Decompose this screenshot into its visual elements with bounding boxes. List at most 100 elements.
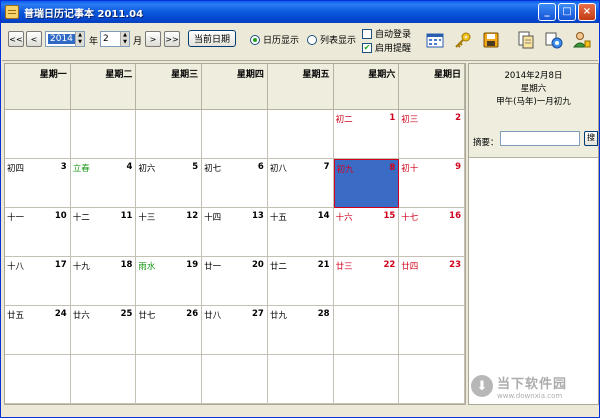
first-year-button[interactable]: << [8,31,24,47]
day-cell-16[interactable]: 十七 16 [399,208,465,257]
title-bar[interactable]: 普瑞日历记事本 2011.04 _ □ × [1,1,599,23]
day-cell-1[interactable]: 初二 1 [333,110,400,159]
selected-weekday: 星期六 [520,84,547,94]
checkbox-empty-icon[interactable] [362,28,372,39]
empty-day-cell[interactable] [5,110,71,159]
empty-day-cell[interactable] [136,355,203,404]
day-cell-26[interactable]: 廿七 26 [136,306,203,355]
day-cell-25[interactable]: 廿六 25 [70,306,137,355]
day-cell-17[interactable]: 十八 17 [5,257,71,306]
selected-date: 2014年2月8日 [504,71,563,81]
close-button[interactable]: × [578,3,596,21]
checkbox-reminder[interactable]: ✔ 启用提醒 [362,41,411,54]
radio-unselected-icon[interactable] [307,34,317,45]
day-cell-24[interactable]: 廿五 24 [5,306,71,355]
day-cell-8[interactable]: 初九 8 [333,159,400,208]
day-cell-28[interactable]: 廿九 28 [267,306,334,355]
empty-day-cell[interactable] [267,110,334,159]
day-number: 4 [126,162,133,172]
lunar-date: 初六 [138,164,156,174]
lunar-date: 初四 [7,164,25,174]
selected-date-info: 2014年2月8日 星期六 甲午(马年)一月初九 摘要： 搜 [469,64,598,158]
lunar-date: 十八 [7,262,25,272]
empty-day-cell[interactable] [136,110,203,159]
day-cell-11[interactable]: 十二 11 [70,208,137,257]
day-cell-7[interactable]: 初八 7 [267,159,334,208]
watermark: ⬇ 当下软件园 www.downxia.com [471,371,597,401]
current-date-button[interactable]: 当前日期 [188,30,236,47]
empty-day-cell[interactable] [333,355,400,404]
weekday-header-cell: 星期三 [136,64,203,109]
day-number: 8 [389,163,396,173]
lunar-date: 初八 [269,164,287,174]
day-cell-4[interactable]: 立春 4 [70,159,137,208]
day-cell-10[interactable]: 十一 10 [5,208,71,257]
user-icon[interactable] [573,31,591,49]
spin-up-icon[interactable]: ▲ [75,32,84,39]
day-number: 25 [120,309,133,319]
empty-day-cell[interactable] [70,110,137,159]
empty-day-cell[interactable] [5,355,71,404]
save-disk-icon[interactable] [482,31,500,49]
lunar-date: 廿一 [204,262,222,272]
day-cell-23[interactable]: 廿四 23 [399,257,465,306]
day-cell-19[interactable]: 雨水 19 [136,257,203,306]
weekday-header-cell: 星期日 [399,64,465,109]
empty-day-cell[interactable] [333,306,400,355]
settings-gear-icon[interactable] [545,31,563,49]
lunar-date: 廿六 [72,311,90,321]
calendar-grid: 星期一 星期二 星期三 星期四 星期五 星期六 星期日 初二 1 初三 2 初四 3 立春 4 初六 5 初七 6… [4,63,466,405]
day-cell-27[interactable]: 廿八 27 [202,306,268,355]
checkmark-icon[interactable]: ✔ [362,42,372,53]
prev-year-button[interactable]: < [26,31,42,47]
spin-down-icon[interactable]: ▼ [75,39,84,46]
spin-up-icon[interactable]: ▲ [120,32,129,39]
radio-calendar-view[interactable]: 日历显示 [250,33,299,46]
empty-day-cell[interactable] [70,355,137,404]
month-spinner[interactable]: ▲ ▼ [120,32,129,46]
day-number: 2 [455,113,461,123]
radio-selected-icon[interactable] [250,34,260,45]
year-input[interactable]: 2014 ▲ ▼ [45,31,85,47]
day-cell-2[interactable]: 初三 2 [399,110,465,159]
spin-down-icon[interactable]: ▼ [120,39,129,46]
lunar-date: 十七 [401,213,419,223]
year-spinner[interactable]: ▲ ▼ [75,32,84,46]
next-year-button[interactable]: > [145,31,161,47]
lunar-date: 廿二 [269,262,287,272]
day-cell-20[interactable]: 廿一 20 [202,257,268,306]
calendar-grid-icon[interactable] [426,31,444,49]
day-cell-5[interactable]: 初六 5 [136,159,203,208]
day-cell-22[interactable]: 廿三 22 [333,257,400,306]
lunar-date: 十五 [269,213,287,223]
memo-input[interactable] [500,131,580,146]
day-cell-6[interactable]: 初七 6 [202,159,268,208]
empty-day-cell[interactable] [399,306,465,355]
empty-day-cell[interactable] [399,355,465,404]
day-cell-12[interactable]: 十三 12 [136,208,203,257]
empty-day-cell[interactable] [202,110,268,159]
day-number: 28 [317,309,330,319]
day-cell-15[interactable]: 十六 15 [333,208,400,257]
maximize-button[interactable]: □ [558,3,576,21]
day-cell-21[interactable]: 廿二 21 [267,257,334,306]
empty-day-cell[interactable] [267,355,334,404]
day-cell-13[interactable]: 十四 13 [202,208,268,257]
empty-day-cell[interactable] [202,355,268,404]
minimize-button[interactable]: _ [538,3,556,21]
day-number: 20 [252,260,264,270]
month-input[interactable]: 2 ▲ ▼ [100,31,130,47]
day-cell-3[interactable]: 初四 3 [5,159,71,208]
radio-list-view[interactable]: 列表显示 [307,33,356,46]
day-cell-9[interactable]: 初十 9 [399,159,465,208]
document-copy-icon[interactable] [517,31,535,49]
day-cell-14[interactable]: 十五 14 [267,208,334,257]
watermark-url: www.downxia.com [497,391,563,400]
key-icon[interactable] [454,31,472,49]
last-year-button[interactable]: >> [164,31,180,47]
memo-search-button[interactable]: 搜 [584,131,598,146]
checkbox-autologin[interactable]: 自动登录 [362,27,411,40]
watermark-cn: 当下软件园 [497,376,568,392]
day-cell-18[interactable]: 十九 18 [70,257,137,306]
day-number: 23 [449,260,461,270]
